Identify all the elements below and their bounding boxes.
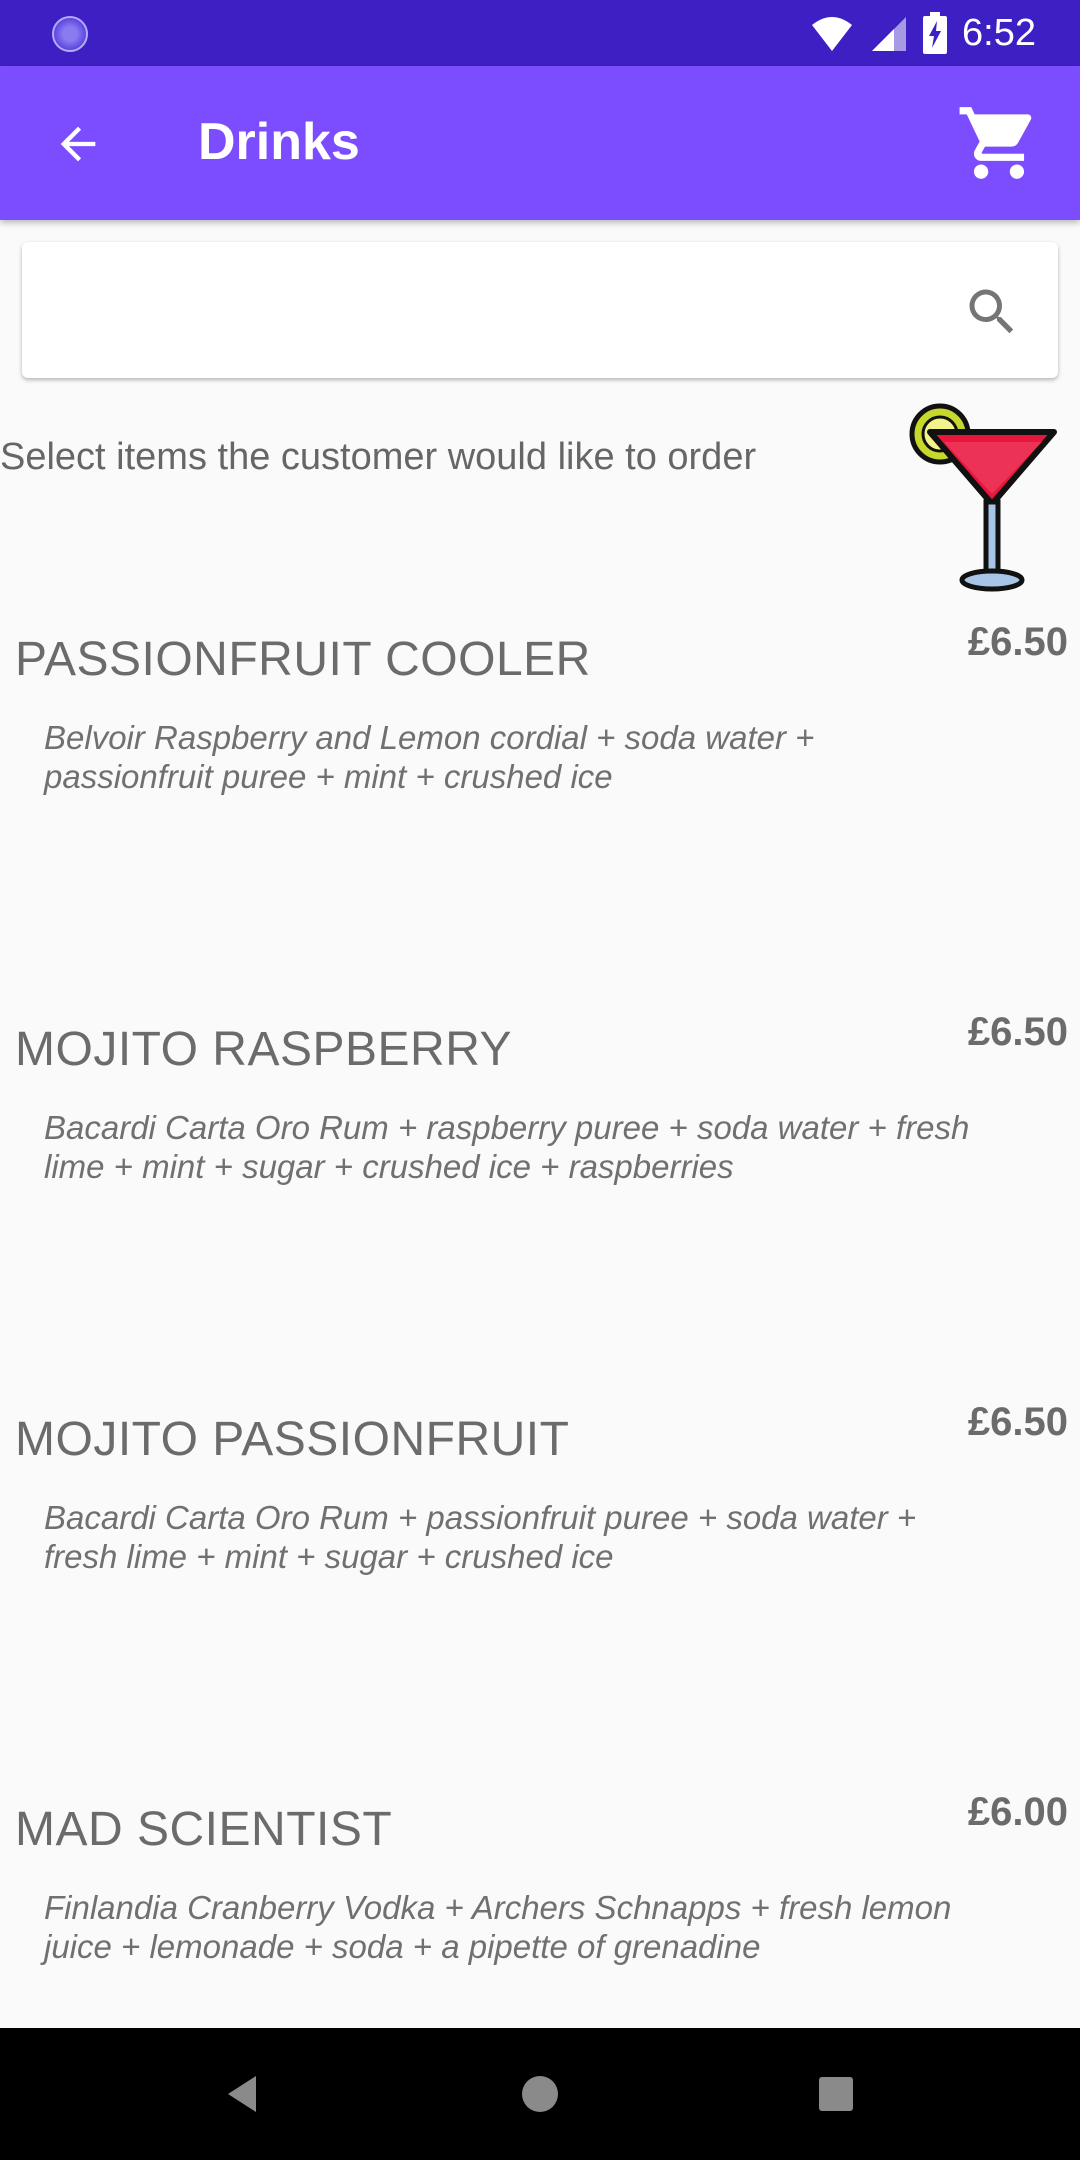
nav-home-icon	[522, 2076, 558, 2112]
instruction-text: Select items the customer would like to …	[0, 436, 757, 478]
page-title: Drinks	[198, 113, 360, 171]
item-description: Belvoir Raspberry and Lemon cordial + so…	[44, 719, 815, 795]
nav-recents-icon	[819, 2077, 853, 2111]
item-name: MAD SCIENTIST	[15, 1803, 393, 1856]
item-description: Finlandia Cranberry Vodka + Archers Schn…	[44, 1889, 952, 1965]
menu-item[interactable]: MOJITO PASSIONFRUIT £6.50 Bacardi Carta …	[0, 1400, 1080, 1792]
nav-back-button[interactable]	[212, 2064, 272, 2124]
item-name: MOJITO PASSIONFRUIT	[15, 1413, 570, 1466]
item-description: Bacardi Carta Oro Rum + raspberry puree …	[44, 1109, 970, 1185]
wifi-icon	[812, 17, 853, 51]
item-description: Bacardi Carta Oro Rum + passionfruit pur…	[44, 1499, 917, 1575]
menu-item[interactable]: MAD SCIENTIST £6.00 Finlandia Cranberry …	[0, 1790, 1080, 2022]
item-name: MOJITO RASPBERRY	[15, 1023, 512, 1076]
item-price: £6.50	[967, 1400, 1068, 1444]
menu-item[interactable]: MOJITO RASPBERRY £6.50 Bacardi Carta Oro…	[0, 1010, 1080, 1402]
signal-icon	[872, 17, 907, 51]
search-input[interactable]	[46, 242, 950, 380]
nav-recents-button[interactable]	[806, 2064, 866, 2124]
notification-icon	[52, 16, 88, 52]
nav-back-icon	[228, 2076, 256, 2112]
shopping-cart-icon	[959, 107, 1032, 179]
nav-home-button[interactable]	[510, 2064, 570, 2124]
item-price: £6.50	[967, 620, 1068, 664]
search-icon[interactable]	[962, 282, 1022, 342]
system-nav-bar	[0, 2028, 1080, 2160]
status-icons: 6:52	[810, 8, 1036, 58]
cart-button[interactable]	[954, 98, 1044, 188]
status-bar: 6:52	[0, 0, 1080, 66]
search-bar	[22, 242, 1058, 380]
cocktail-icon	[909, 403, 1057, 592]
status-time: 6:52	[962, 11, 1036, 54]
item-name: PASSIONFRUIT COOLER	[15, 633, 591, 686]
arrow-back-icon	[60, 126, 96, 162]
item-price: £6.50	[967, 1010, 1068, 1054]
battery-charging-icon	[923, 12, 948, 54]
menu-item[interactable]: PASSIONFRUIT COOLER £6.50 Belvoir Raspbe…	[0, 620, 1080, 1012]
back-button[interactable]	[44, 110, 112, 178]
item-price: £6.00	[967, 1790, 1068, 1834]
app-bar: Drinks	[0, 66, 1080, 220]
